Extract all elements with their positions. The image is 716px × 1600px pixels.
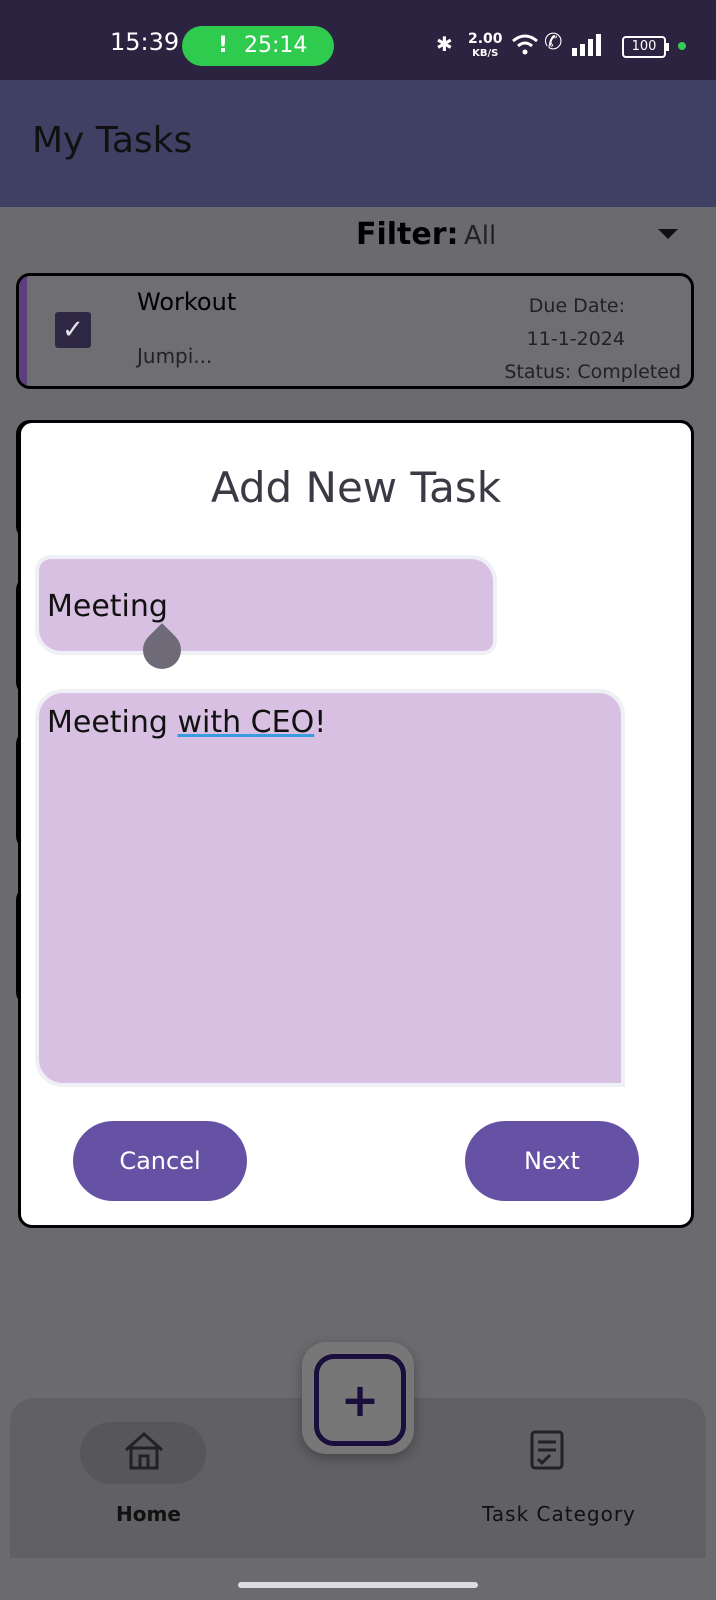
wifi-calling-icon: ✆ [544, 30, 563, 55]
page-title: My Tasks [32, 120, 193, 161]
task-title-input[interactable]: Meeting [39, 559, 493, 651]
description-spellcheck-text: with CEO [177, 705, 315, 740]
bluetooth-icon: ✱ [436, 32, 453, 56]
task-status: Status: Completed [504, 361, 681, 383]
task-accent-bar [19, 276, 27, 386]
network-speed-unit: KB/S [472, 48, 499, 59]
nav-home-label[interactable]: Home [116, 1502, 181, 1526]
cancel-button[interactable]: Cancel [73, 1121, 247, 1201]
chevron-down-icon[interactable] [658, 229, 678, 239]
add-task-fab[interactable]: + [302, 1342, 414, 1454]
task-due-label: Due Date: [528, 295, 625, 317]
wifi-icon [512, 34, 538, 55]
battery-icon: 100 [622, 36, 669, 58]
task-description: Jumpi... [137, 344, 213, 368]
plus-icon: + [314, 1354, 406, 1446]
description-text-start: Meeting [47, 705, 178, 740]
task-description-input-value: Meeting with CEO! [47, 705, 326, 740]
task-description-input[interactable]: Meeting with CEO! [39, 693, 621, 1083]
filter-label: Filter: [356, 217, 459, 252]
home-icon[interactable] [122, 1428, 166, 1472]
status-time: 15:39 [110, 28, 180, 56]
privacy-indicator-dot [678, 42, 686, 50]
app-bar: My Tasks [0, 80, 716, 207]
call-alert-icon: ! [218, 33, 229, 58]
task-card[interactable]: ✓ Workout Jumpi... Due Date: 11-1-2024 S… [16, 273, 694, 389]
task-title: Workout [137, 288, 237, 316]
status-bar: 15:39 ! 25:14 ✱ 2.00 KB/S ✆ 100 [0, 0, 716, 80]
task-due-date: 11-1-2024 [526, 328, 625, 350]
call-timer: 25:14 [244, 33, 308, 58]
task-meta: Due Date: 11-1-2024 Status: Completed [504, 290, 681, 386]
task-list-icon[interactable] [528, 1428, 568, 1472]
network-speed-value: 2.00 [468, 31, 503, 47]
nav-task-category-label[interactable]: Task Category [482, 1502, 636, 1526]
add-task-dialog: Add New Task Meeting Meeting with CEO! C… [18, 420, 694, 1228]
description-text-end: ! [314, 705, 327, 740]
status-icons: ✱ 2.00 KB/S ✆ 100 [436, 26, 700, 66]
gesture-navigation-bar[interactable] [238, 1582, 478, 1588]
task-title-input-value: Meeting [47, 589, 168, 624]
network-speed: 2.00 KB/S [468, 31, 503, 59]
next-button[interactable]: Next [465, 1121, 639, 1201]
task-completed-checkbox[interactable]: ✓ [55, 312, 91, 348]
filter-row: Filter: All [0, 207, 716, 267]
call-indicator[interactable]: ! 25:14 [182, 26, 334, 66]
dialog-title: Add New Task [210, 463, 502, 512]
filter-dropdown[interactable]: All [464, 221, 496, 251]
signal-icon [572, 34, 601, 56]
